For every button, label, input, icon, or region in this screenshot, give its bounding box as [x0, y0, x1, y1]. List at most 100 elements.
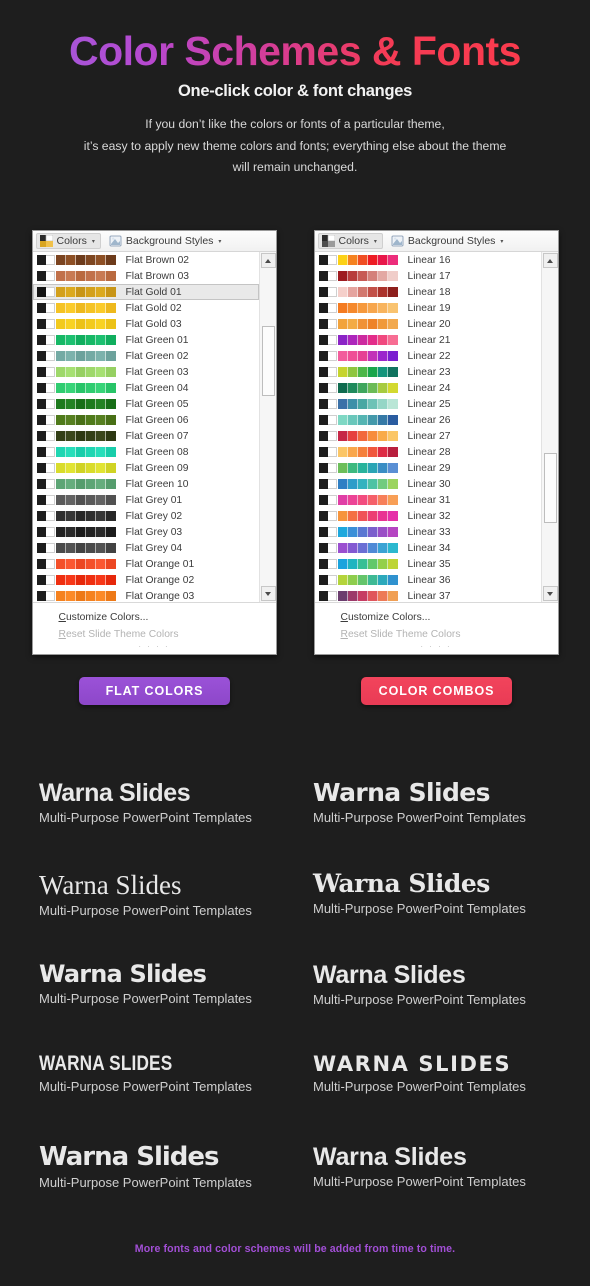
- color-scheme-label: Flat Grey 02: [125, 510, 183, 522]
- color-scheme-row[interactable]: Flat Green 10: [33, 476, 259, 492]
- scroll-down-button[interactable]: [542, 586, 558, 601]
- swatch-colors: [337, 559, 398, 569]
- color-scheme-row[interactable]: Linear 20: [315, 316, 541, 332]
- footnote: More fonts and color schemes will be add…: [134, 1243, 456, 1255]
- swatch-dark: [318, 527, 328, 537]
- scroll-up-button[interactable]: [542, 253, 558, 268]
- background-styles-button[interactable]: Background Styles ▾: [388, 234, 509, 248]
- color-scheme-row[interactable]: Linear 22: [315, 348, 541, 364]
- scrollbar-thumb[interactable]: [543, 452, 557, 523]
- color-scheme-row[interactable]: Flat Green 07: [33, 428, 259, 444]
- swatch-colors: [55, 559, 116, 569]
- color-scheme-swatch: [36, 319, 116, 329]
- color-scheme-row[interactable]: Linear 30: [315, 476, 541, 492]
- color-scheme-row[interactable]: Flat Green 04: [33, 380, 259, 396]
- colors-dropdown-button[interactable]: Colors ▾: [35, 233, 101, 249]
- customize-colors-item[interactable]: Customize Colors...: [315, 609, 558, 626]
- color-scheme-row[interactable]: Flat Gold 01: [32, 284, 259, 300]
- swatch-light: [45, 511, 55, 521]
- color-combos-button[interactable]: COLOR COMBOS: [361, 677, 512, 705]
- hero-description-line-1: If you don’t like the colors or fonts of…: [145, 117, 445, 132]
- swatch-dark: [318, 559, 328, 569]
- color-scheme-row[interactable]: Linear 21: [315, 332, 541, 348]
- swatch-colors: [55, 479, 116, 489]
- swatch-colors: [55, 383, 116, 393]
- color-scheme-row[interactable]: Linear 28: [315, 444, 541, 460]
- color-scheme-row[interactable]: Linear 25: [315, 396, 541, 412]
- color-scheme-row[interactable]: Linear 37: [315, 588, 541, 602]
- list-scrollbar[interactable]: [258, 252, 276, 602]
- colors-swatch-icon: [39, 235, 53, 247]
- color-scheme-row[interactable]: Flat Orange 03: [33, 588, 259, 602]
- color-scheme-row[interactable]: Flat Green 09: [33, 460, 259, 476]
- color-scheme-row[interactable]: Linear 29: [315, 460, 541, 476]
- color-scheme-row[interactable]: Linear 32: [315, 508, 541, 524]
- hero-description: If you don’t like the colors or fonts of…: [0, 114, 590, 179]
- swatch-dark: [36, 335, 46, 345]
- colors-dropdown-button[interactable]: Colors ▾: [317, 233, 383, 249]
- color-scheme-label: Linear 31: [407, 494, 451, 506]
- color-scheme-row[interactable]: Flat Green 05: [33, 396, 259, 412]
- swatch-light: [45, 255, 55, 265]
- scroll-up-button[interactable]: [260, 253, 276, 268]
- swatch-light: [327, 447, 337, 457]
- flat-colors-button[interactable]: FLAT COLORS: [79, 677, 230, 705]
- color-scheme-row[interactable]: Flat Green 08: [33, 444, 259, 460]
- color-scheme-row[interactable]: Flat Grey 01: [33, 492, 259, 508]
- color-scheme-label: Linear 17: [407, 270, 451, 282]
- color-scheme-row[interactable]: Linear 24: [315, 380, 541, 396]
- color-scheme-row[interactable]: Flat Grey 02: [33, 508, 259, 524]
- color-scheme-row[interactable]: Flat Orange 02: [33, 572, 259, 588]
- font-sample-subtitle: Multi-Purpose PowerPoint Templates: [39, 1175, 252, 1191]
- color-scheme-row[interactable]: Flat Grey 04: [33, 540, 259, 556]
- color-scheme-row[interactable]: Linear 17: [315, 268, 541, 284]
- color-scheme-row[interactable]: Flat Green 01: [33, 332, 259, 348]
- swatch-colors: [55, 591, 116, 601]
- swatch-light: [45, 447, 55, 457]
- customize-colors-item[interactable]: Customize Colors...: [33, 609, 276, 626]
- color-scheme-swatch: [318, 495, 398, 505]
- color-scheme-row[interactable]: Flat Brown 03: [33, 268, 259, 284]
- color-scheme-row[interactable]: Linear 18: [315, 284, 541, 300]
- scroll-down-button[interactable]: [260, 586, 276, 601]
- color-scheme-row[interactable]: Flat Gold 02: [33, 300, 259, 316]
- color-scheme-row[interactable]: Flat Gold 03: [33, 316, 259, 332]
- color-scheme-row[interactable]: Flat Green 06: [33, 412, 259, 428]
- color-scheme-row[interactable]: Flat Brown 02: [33, 252, 259, 268]
- color-scheme-row[interactable]: Flat Green 03: [33, 364, 259, 380]
- color-scheme-row[interactable]: Linear 36: [315, 572, 541, 588]
- swatch-light: [45, 527, 55, 537]
- color-scheme-row[interactable]: Flat Orange 01: [33, 556, 259, 572]
- color-scheme-row[interactable]: Linear 27: [315, 428, 541, 444]
- swatch-dark: [318, 447, 328, 457]
- swatch-light: [45, 415, 55, 425]
- font-sample-title: Warna Slides: [39, 870, 182, 900]
- color-scheme-row[interactable]: Linear 23: [315, 364, 541, 380]
- color-scheme-row[interactable]: Flat Grey 03: [33, 524, 259, 540]
- color-scheme-swatch: [318, 447, 398, 457]
- color-scheme-row[interactable]: Linear 31: [315, 492, 541, 508]
- background-styles-button[interactable]: Background Styles ▾: [106, 234, 227, 248]
- color-scheme-swatch: [36, 511, 116, 521]
- color-scheme-row[interactable]: Linear 34: [315, 540, 541, 556]
- swatch-dark: [318, 367, 328, 377]
- scrollbar-thumb[interactable]: [261, 326, 275, 396]
- color-scheme-label: Linear 19: [407, 302, 451, 314]
- swatch-colors: [55, 335, 116, 345]
- list-scrollbar[interactable]: [540, 252, 558, 602]
- color-scheme-row[interactable]: Linear 19: [315, 300, 541, 316]
- color-scheme-swatch: [318, 271, 398, 281]
- swatch-dark: [318, 463, 328, 473]
- color-scheme-row[interactable]: Linear 16: [315, 252, 541, 268]
- color-scheme-swatch: [318, 319, 398, 329]
- color-scheme-row[interactable]: Linear 33: [315, 524, 541, 540]
- drag-grip[interactable]: · · · ·: [315, 643, 558, 651]
- swatch-light: [327, 351, 337, 361]
- color-scheme-row[interactable]: Flat Green 02: [33, 348, 259, 364]
- color-scheme-list[interactable]: Linear 16 Linear 17 Linear 18 Linear 19 Line…: [314, 252, 558, 603]
- color-scheme-row[interactable]: Linear 35: [315, 556, 541, 572]
- swatch-colors: [55, 447, 116, 457]
- color-scheme-row[interactable]: Linear 26: [315, 412, 541, 428]
- color-scheme-list[interactable]: Flat Brown 02 Flat Brown 03 Flat Gold 01 Fl…: [32, 252, 276, 603]
- drag-grip[interactable]: · · · ·: [33, 643, 276, 651]
